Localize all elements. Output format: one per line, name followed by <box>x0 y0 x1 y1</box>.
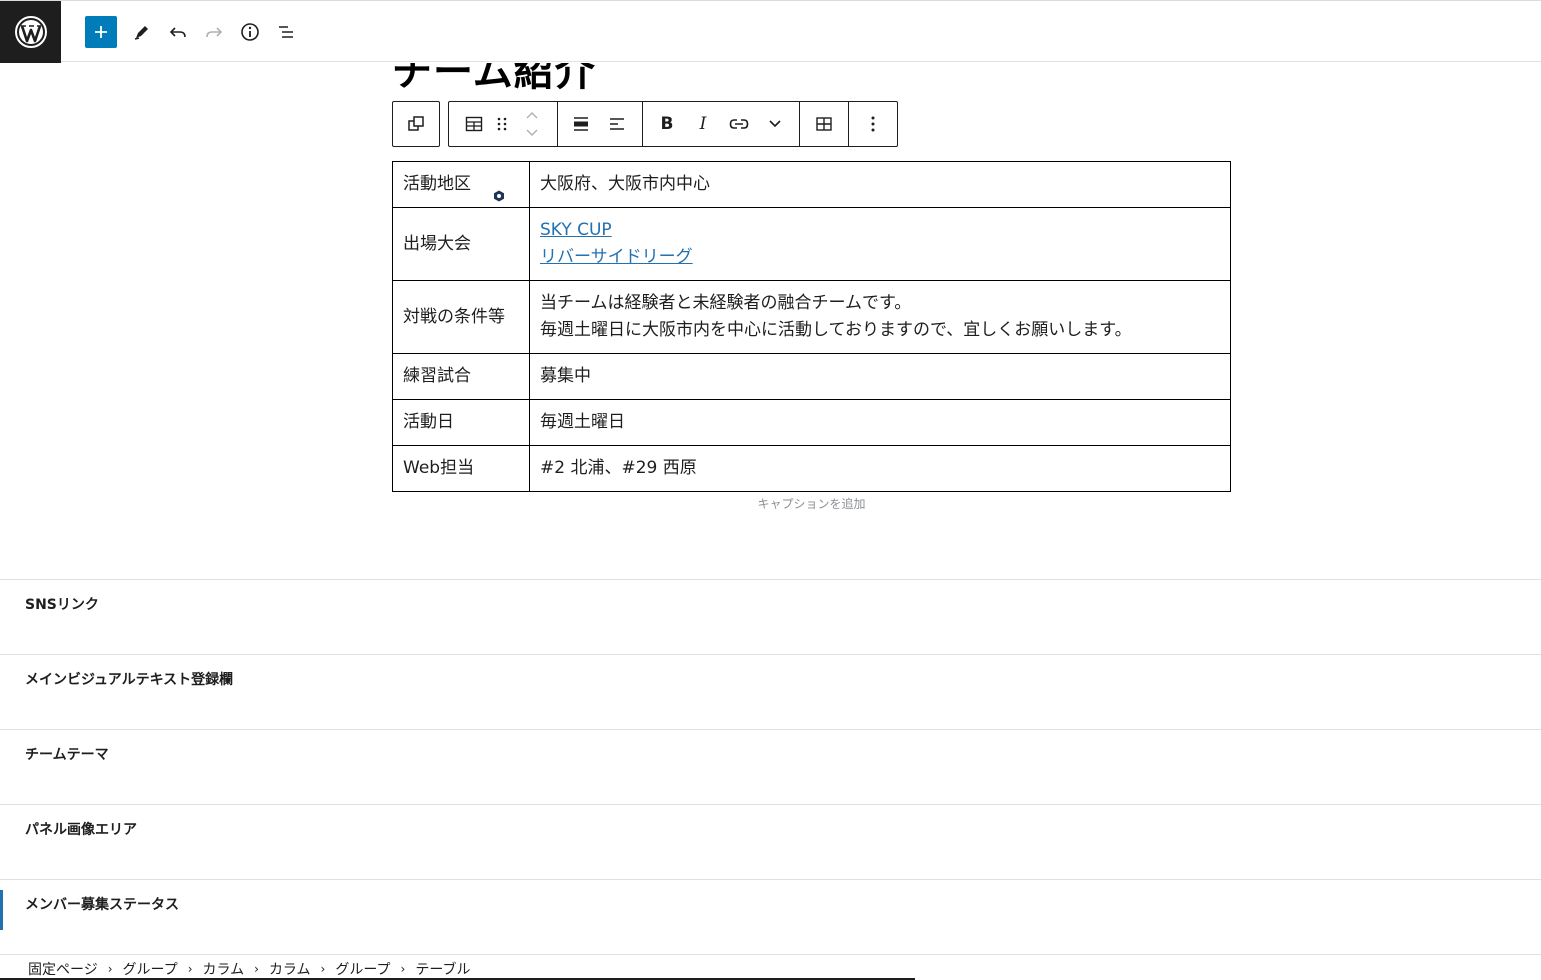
meta-box-title: パネル画像エリア <box>25 822 137 838</box>
transform-icon <box>408 116 424 131</box>
meta-box-title: SNSリンク <box>25 597 99 613</box>
meta-box-panel-image-area[interactable]: パネル画像エリア <box>0 804 1541 879</box>
table-row: 活動地区 大阪府、大阪市内中心 <box>392 161 1231 208</box>
table-cell-value[interactable]: 毎週土曜日 <box>529 399 1231 446</box>
focus-indicator <box>0 890 3 930</box>
hexagon-icon <box>494 190 504 202</box>
breadcrumb-item[interactable]: カラム <box>269 959 311 979</box>
tournament-link[interactable]: SKY CUP <box>540 220 612 240</box>
add-block-button[interactable] <box>85 16 117 48</box>
tools-button[interactable] <box>126 16 158 48</box>
meta-box-main-visual-text[interactable]: メインビジュアルテキスト登録欄 <box>0 654 1541 729</box>
table-row: 練習試合 募集中 <box>392 353 1231 400</box>
info-icon <box>241 23 259 41</box>
block-breadcrumb-bar: 固定ページ › グループ › カラム › カラム › グループ › テーブル <box>0 954 1541 980</box>
table-cell-value[interactable]: 募集中 <box>529 353 1231 400</box>
editor-top-bar <box>0 0 1541 63</box>
breadcrumb: 固定ページ › グループ › カラム › カラム › グループ › テーブル <box>28 959 471 979</box>
block-transform-group <box>392 101 440 147</box>
more-formats-chevron-icon <box>769 120 781 128</box>
block-options-button[interactable] <box>856 102 890 146</box>
redo-icon <box>206 27 223 38</box>
table-row: 出場大会 SKY CUP リバーサイドリーグ <box>392 207 1231 281</box>
table-icon <box>465 116 483 132</box>
table-cell-label[interactable]: 出場大会 <box>392 207 530 281</box>
breadcrumb-item[interactable]: カラム <box>203 959 245 979</box>
transform-button[interactable] <box>399 102 433 146</box>
drag-handle-icon <box>497 117 507 131</box>
edit-table-button[interactable] <box>807 102 841 146</box>
meta-box-team-theme[interactable]: チームテーマ <box>0 729 1541 804</box>
meta-box-title: メインビジュアルテキスト登録欄 <box>25 672 234 688</box>
chevron-right-icon: › <box>320 962 326 976</box>
list-view-button[interactable] <box>270 16 302 48</box>
table-cell-value[interactable]: 大阪府、大阪市内中心 <box>529 161 1231 208</box>
move-up-down-icon <box>526 112 538 136</box>
table-cell-label[interactable]: Web担当 <box>392 445 530 492</box>
italic-icon: I <box>699 114 707 134</box>
table-block[interactable]: 活動地区 大阪府、大阪市内中心 出場大会 SKY CUP リバーサイドリーグ 対… <box>392 161 1231 512</box>
undo-button[interactable] <box>162 16 194 48</box>
table-cell-label[interactable]: 練習試合 <box>392 353 530 400</box>
list-view-icon <box>279 26 293 38</box>
table-caption-input[interactable]: キャプションを追加 <box>392 495 1231 512</box>
edit-table-icon <box>816 117 832 131</box>
chevron-right-icon: › <box>107 962 113 976</box>
italic-button[interactable]: I <box>686 102 720 146</box>
team-info-table: 活動地区 大阪府、大阪市内中心 出場大会 SKY CUP リバーサイドリーグ 対… <box>392 161 1231 492</box>
table-cell-value[interactable]: SKY CUP リバーサイドリーグ <box>529 207 1231 281</box>
page-title[interactable]: チーム紹介 <box>392 63 596 97</box>
table-row: 対戦の条件等 当チームは経験者と未経験者の融合チームです。 毎週土曜日に大阪市内… <box>392 280 1231 354</box>
table-cell-label[interactable]: 活動日 <box>392 399 530 446</box>
wordpress-icon[interactable] <box>0 1 61 63</box>
details-button[interactable] <box>234 16 266 48</box>
text-align-button[interactable] <box>600 102 634 146</box>
meta-box-title: メンバー募集ステータス <box>25 897 179 913</box>
redo-button[interactable] <box>198 16 230 48</box>
breadcrumb-item[interactable]: グループ <box>335 959 390 979</box>
tournament-link[interactable]: リバーサイドリーグ <box>540 247 693 267</box>
meta-box-title: チームテーマ <box>25 747 109 763</box>
table-row: Web担当 #2 北浦、#29 西原 <box>392 445 1231 492</box>
breadcrumb-item[interactable]: 固定ページ <box>28 959 98 979</box>
table-cell-label[interactable]: 活動地区 <box>392 161 530 208</box>
chevron-right-icon: › <box>187 962 193 976</box>
move-up-down-button[interactable] <box>517 102 547 146</box>
link-icon <box>729 119 749 129</box>
table-cell-label[interactable]: 対戦の条件等 <box>392 280 530 354</box>
table-cell-value[interactable]: 当チームは経験者と未経験者の融合チームです。 毎週土曜日に大阪市内を中心に活動し… <box>529 280 1231 354</box>
bold-icon: B <box>660 114 674 134</box>
meta-box-member-recruit-status[interactable]: メンバー募集ステータス <box>0 879 1541 954</box>
block-controls-group: B I <box>448 101 898 147</box>
table-block-button[interactable] <box>457 102 491 146</box>
editor-canvas: チーム紹介 B I 活動地区 大阪府、大阪市内中心 出場大会 SKY CUP リ… <box>0 63 1541 980</box>
chevron-right-icon: › <box>400 962 406 976</box>
breadcrumb-item[interactable]: グループ <box>123 959 178 979</box>
chevron-right-icon: › <box>254 962 259 976</box>
align-wide-button[interactable] <box>564 102 598 146</box>
breadcrumb-item[interactable]: テーブル <box>415 959 470 979</box>
bold-button[interactable]: B <box>650 102 684 146</box>
table-row: 活動日 毎週土曜日 <box>392 399 1231 446</box>
add-block-icon <box>95 26 107 38</box>
meta-box-sns-links[interactable]: SNSリンク <box>0 579 1541 654</box>
table-cell-value[interactable]: #2 北浦、#29 西原 <box>529 445 1231 492</box>
more-formats-button[interactable] <box>758 102 792 146</box>
align-wide-icon <box>574 117 588 131</box>
link-button[interactable] <box>722 102 756 146</box>
pen-tool-icon <box>134 26 148 40</box>
align-left-icon <box>610 118 624 130</box>
undo-icon <box>169 27 186 38</box>
options-icon <box>871 116 875 132</box>
drag-handle[interactable] <box>487 102 517 146</box>
